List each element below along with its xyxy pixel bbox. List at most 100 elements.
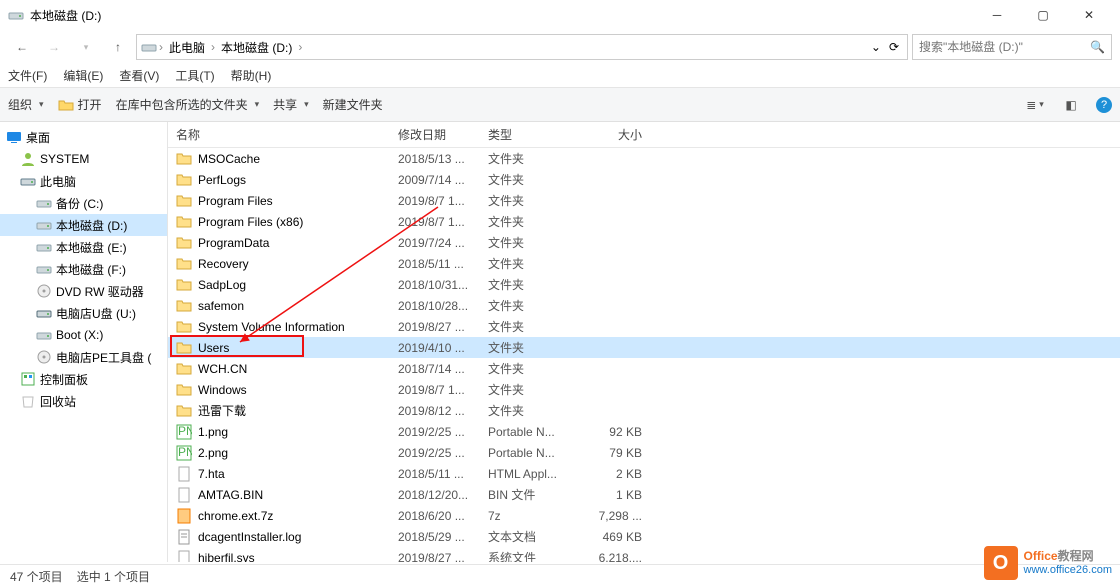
file-row[interactable]: PNG2.png2019/2/25 ...Portable N...79 KB — [168, 442, 1120, 463]
col-size[interactable]: 大小 — [570, 126, 650, 143]
file-size: 7,298 ... — [570, 509, 650, 523]
file-row[interactable]: Program Files2019/8/7 1...文件夹 — [168, 190, 1120, 211]
file-name: chrome.ext.7z — [198, 509, 273, 523]
file-size: 92 KB — [570, 425, 650, 439]
tree-label: 电脑店PE工具盘 ( — [56, 349, 151, 366]
maximize-button[interactable]: ▢ — [1020, 0, 1066, 30]
file-row[interactable]: chrome.ext.7z 2018/6/20 ...7z7,298 ... — [168, 505, 1120, 526]
nav-tree[interactable]: 桌面SYSTEM此电脑备份 (C:) 本地磁盘 (D:) 本地磁盘 (E:) 本地磁盘… — [0, 122, 168, 562]
status-item-count: 47 个项目 — [10, 568, 63, 585]
file-date: 2019/2/25 ... — [390, 425, 480, 439]
file-type: 文件夹 — [480, 192, 570, 209]
col-date[interactable]: 修改日期 — [390, 126, 480, 143]
col-type[interactable]: 类型 — [480, 126, 570, 143]
tree-item[interactable]: 此电脑 — [0, 170, 167, 192]
file-size: 6,218,... — [570, 551, 650, 563]
menu-edit[interactable]: 编辑(E) — [63, 67, 103, 84]
recent-dropdown[interactable]: ▾ — [72, 33, 100, 61]
file-date: 2018/6/20 ... — [390, 509, 480, 523]
file-row[interactable]: PerfLogs2009/7/14 ...文件夹 — [168, 169, 1120, 190]
watermark-brand: Office教程网 — [1024, 550, 1112, 563]
tree-item[interactable]: Boot (X:) — [0, 324, 167, 346]
tree-item[interactable]: 桌面 — [0, 126, 167, 148]
tree-item[interactable]: 电脑店U盘 (U:) — [0, 302, 167, 324]
file-row[interactable]: safemon2018/10/28...文件夹 — [168, 295, 1120, 316]
tree-item[interactable]: 本地磁盘 (F:) — [0, 258, 167, 280]
search-input[interactable] — [919, 40, 1090, 54]
forward-button[interactable]: → — [40, 33, 68, 61]
preview-pane-icon[interactable]: ◧ — [1060, 94, 1082, 116]
tree-label: Boot (X:) — [56, 328, 103, 342]
file-type: 文件夹 — [480, 318, 570, 335]
file-date: 2009/7/14 ... — [390, 173, 480, 187]
tree-item[interactable]: 回收站 — [0, 390, 167, 412]
search-icon[interactable]: 🔍 — [1090, 40, 1105, 54]
organize-button[interactable]: 组织 — [8, 96, 44, 113]
file-row[interactable]: AMTAG.BIN2018/12/20...BIN 文件1 KB — [168, 484, 1120, 505]
status-bar: 47 个项目 选中 1 个项目 — [0, 564, 1120, 588]
file-row[interactable]: Program Files (x86)2019/8/7 1...文件夹 — [168, 211, 1120, 232]
svg-text:PNG: PNG — [178, 445, 192, 459]
tree-item[interactable]: 备份 (C:) — [0, 192, 167, 214]
file-row[interactable]: 迅雷下载2019/8/12 ...文件夹 — [168, 400, 1120, 421]
close-button[interactable]: ✕ — [1066, 0, 1112, 30]
menu-view[interactable]: 查看(V) — [119, 67, 159, 84]
file-name: dcagentInstaller.log — [198, 530, 301, 544]
file-row[interactable]: hiberfil.sys2019/8/27 ...系统文件6,218,... — [168, 547, 1120, 562]
file-type: 7z — [480, 509, 570, 523]
file-row[interactable]: 7.hta2018/5/11 ...HTML Appl...2 KB — [168, 463, 1120, 484]
refresh-icon[interactable]: ⟳ — [885, 40, 903, 54]
tree-item[interactable]: DVD RW 驱动器 — [0, 280, 167, 302]
file-row[interactable]: Users2019/4/10 ...文件夹 — [168, 337, 1120, 358]
open-button[interactable]: 打开 — [58, 96, 102, 113]
file-type: 文件夹 — [480, 297, 570, 314]
address-bar[interactable]: › 此电脑 › 本地磁盘 (D:) › ⌄ ⟳ — [136, 34, 908, 60]
up-button[interactable]: ↑ — [104, 33, 132, 61]
new-folder-button[interactable]: 新建文件夹 — [323, 96, 383, 113]
file-row[interactable]: Windows2019/8/7 1...文件夹 — [168, 379, 1120, 400]
menu-file[interactable]: 文件(F) — [8, 67, 47, 84]
tree-label: DVD RW 驱动器 — [56, 283, 144, 300]
watermark-url: www.office26.com — [1024, 564, 1112, 576]
file-list[interactable]: MSOCache2018/5/13 ...文件夹PerfLogs2009/7/1… — [168, 148, 1120, 562]
file-row[interactable]: SadpLog2018/10/31...文件夹 — [168, 274, 1120, 295]
file-size: 469 KB — [570, 530, 650, 544]
tree-item[interactable]: 本地磁盘 (E:) — [0, 236, 167, 258]
file-type: Portable N... — [480, 446, 570, 460]
tree-label: 本地磁盘 (F:) — [56, 261, 126, 278]
file-row[interactable]: System Volume Information2019/8/27 ...文件… — [168, 316, 1120, 337]
file-row[interactable]: MSOCache2018/5/13 ...文件夹 — [168, 148, 1120, 169]
file-row[interactable]: Recovery2018/5/11 ...文件夹 — [168, 253, 1120, 274]
tree-item[interactable]: SYSTEM — [0, 148, 167, 170]
file-size: 1 KB — [570, 488, 650, 502]
crumb-root[interactable]: 此电脑 — [165, 37, 209, 58]
tree-item[interactable]: 本地磁盘 (D:) — [0, 214, 167, 236]
back-button[interactable]: ← — [8, 33, 36, 61]
menu-help[interactable]: 帮助(H) — [231, 67, 272, 84]
search-box[interactable]: 🔍 — [912, 34, 1112, 60]
file-type: 文件夹 — [480, 339, 570, 356]
include-button[interactable]: 在库中包含所选的文件夹 — [116, 96, 260, 113]
menu-tools[interactable]: 工具(T) — [175, 67, 214, 84]
addr-dropdown-icon[interactable]: ⌄ — [867, 40, 885, 54]
crumb-current[interactable]: 本地磁盘 (D:) — [217, 37, 296, 58]
column-header: 名称 修改日期 类型 大小 — [168, 122, 1120, 148]
view-mode-icon[interactable]: ≣ — [1024, 94, 1046, 116]
col-name[interactable]: 名称 — [168, 126, 390, 143]
help-icon[interactable]: ? — [1096, 97, 1112, 113]
share-button[interactable]: 共享 — [273, 96, 309, 113]
file-row[interactable]: ProgramData2019/7/24 ...文件夹 — [168, 232, 1120, 253]
tree-label: 本地磁盘 (D:) — [56, 217, 127, 234]
file-date: 2018/7/14 ... — [390, 362, 480, 376]
tree-item[interactable]: 电脑店PE工具盘 ( — [0, 346, 167, 368]
file-row[interactable]: WCH.CN2018/7/14 ...文件夹 — [168, 358, 1120, 379]
file-date: 2019/8/7 1... — [390, 194, 480, 208]
file-name: MSOCache — [198, 152, 260, 166]
file-name: Windows — [198, 383, 247, 397]
file-pane: 名称 修改日期 类型 大小 MSOCache2018/5/13 ...文件夹Pe… — [168, 122, 1120, 562]
tree-item[interactable]: 控制面板 — [0, 368, 167, 390]
file-row[interactable]: dcagentInstaller.log2018/5/29 ...文本文档469… — [168, 526, 1120, 547]
file-name: ProgramData — [198, 236, 269, 250]
file-row[interactable]: PNG1.png2019/2/25 ...Portable N...92 KB — [168, 421, 1120, 442]
minimize-button[interactable]: ─ — [974, 0, 1020, 30]
